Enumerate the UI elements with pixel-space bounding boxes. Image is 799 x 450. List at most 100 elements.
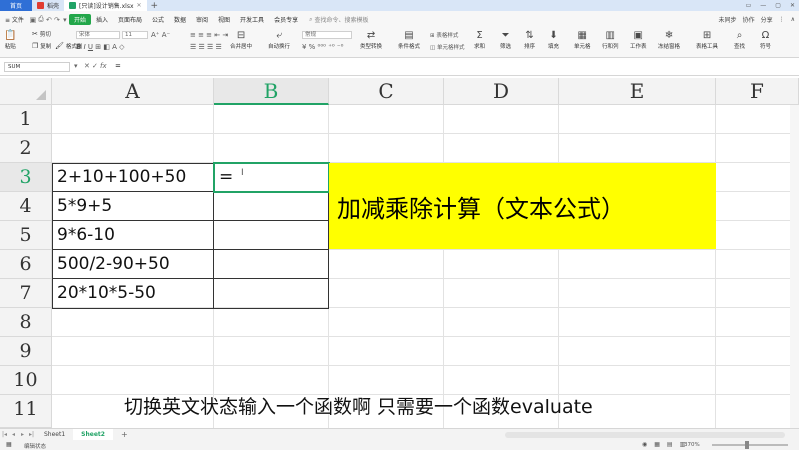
column-header-d[interactable]: D [444,78,559,105]
menu-developer[interactable]: 开发工具 [235,14,269,25]
menu-insert[interactable]: 插入 [91,14,113,25]
fill-button[interactable]: ⬇ 填充 [548,30,559,50]
copy-button[interactable]: ❐ 复制 [32,42,51,50]
row-header-9[interactable]: 9 [0,337,52,366]
dropdown-icon[interactable]: ▾ [61,16,69,24]
sum-button[interactable]: Σ 求和 [474,30,485,50]
horizontal-scrollbar[interactable] [505,432,785,438]
sheet-tab-sheet1[interactable]: Sheet1 [36,429,73,441]
cell-button[interactable]: ▦ 单元格 [574,30,591,50]
cell-a3[interactable]: 2+10+100+50 [54,167,186,187]
home-tab[interactable]: 首页 [0,0,32,11]
last-sheet-icon[interactable]: ▸| [27,431,36,438]
next-sheet-icon[interactable]: ▸ [18,431,27,438]
row-header-1[interactable]: 1 [0,105,52,134]
undo-icon[interactable]: ↶ [45,16,53,24]
row-header-8[interactable]: 8 [0,308,52,337]
document-tab[interactable]: [只读]设计销售.xlsx ✕ [64,0,147,11]
page-layout-view-icon[interactable]: ▤ [667,441,673,448]
align-h-icons[interactable]: ☰ ☰ ☰ ☰ [190,43,222,51]
new-tab-button[interactable]: + [147,1,163,11]
collapse-ribbon-icon[interactable]: ∧ [791,16,795,23]
number-format-select[interactable]: 常规 [302,31,352,39]
cancel-icon[interactable]: ✕ [84,62,90,70]
save-icon[interactable]: ▣ [29,16,37,24]
cut-button[interactable]: ✂ 剪切 [32,30,51,38]
add-sheet-button[interactable]: + [113,429,136,441]
cell-a5[interactable]: 9*6-10 [54,225,115,245]
font-size-select[interactable]: 11 [122,31,148,39]
spreadsheet-grid[interactable]: A B C D E F 1 2 3 4 5 6 7 8 9 10 11 2+10… [0,78,799,428]
close-window-icon[interactable]: ✕ [790,2,795,9]
collab-button[interactable]: 协作 [743,15,755,24]
row-header-3[interactable]: 3 [0,163,52,192]
conditional-format-button[interactable]: ▤ 条件格式 [398,30,420,50]
file-menu[interactable]: ≡ 文件 [0,14,29,25]
column-header-e[interactable]: E [559,78,716,105]
filter-button[interactable]: ⏷ 筛选 [500,30,511,50]
column-header-b[interactable]: B [214,78,329,105]
sync-status[interactable]: 未同步 [719,15,737,24]
redo-icon[interactable]: ↷ [53,16,61,24]
table-tools-button[interactable]: ⊞ 表格工具 [696,30,718,50]
column-header-c[interactable]: C [329,78,444,105]
row-header-11[interactable]: 11 [0,395,52,428]
zoom-level[interactable]: 370% [684,442,700,448]
select-all-corner[interactable] [0,78,52,105]
worksheet-button[interactable]: ▣ 工作表 [630,30,647,50]
eye-icon[interactable]: ◉ [642,441,647,448]
font-grow-icon[interactable]: A⁺ A⁻ [151,31,170,39]
row-header-5[interactable]: 5 [0,221,52,250]
find-button[interactable]: ⌕ 查找 [734,30,745,50]
number-format-icons[interactable]: ¥ % ⁰⁰⁰ ⁺⁰ ⁻⁰ [302,43,343,51]
row-header-7[interactable]: 7 [0,279,52,308]
active-cell-b3[interactable]: = I [213,162,330,193]
align-icons[interactable]: ≡ ≡ ≡ ⇤ ⇥ [190,31,228,39]
menu-member[interactable]: 会员专享 [269,14,303,25]
docer-tab[interactable]: 稻壳 [32,0,64,11]
prev-sheet-icon[interactable]: ◂ [9,431,18,438]
fx-icon[interactable]: fx [100,62,107,70]
layout-icon[interactable]: ▭ [746,2,752,9]
vertical-scrollbar[interactable] [790,105,799,428]
menu-view[interactable]: 视图 [213,14,235,25]
cell-a4[interactable]: 5*9+5 [54,196,112,216]
cell-a7[interactable]: 20*10*5-50 [54,283,156,303]
row-header-4[interactable]: 4 [0,192,52,221]
column-header-a[interactable]: A [52,78,214,105]
paste-button[interactable]: 📋 粘贴 [4,30,16,50]
row-header-2[interactable]: 2 [0,134,52,163]
column-header-f[interactable]: F [716,78,799,105]
menu-data[interactable]: 数据 [169,14,191,25]
cell-style-button[interactable]: ◫ 单元格样式 [430,43,464,51]
share-button[interactable]: 分享 [761,15,773,24]
more-icon[interactable]: ⋮ [779,16,785,23]
sheet-tab-sheet2[interactable]: Sheet2 [73,428,113,441]
table-style-button[interactable]: ⊞ 表格样式 [430,31,458,39]
type-convert-button[interactable]: ⇄ 类型转换 [360,30,382,50]
normal-view-icon[interactable]: ▦ [654,441,660,448]
cell-b3[interactable]: = [216,167,233,187]
zoom-slider[interactable] [712,444,788,446]
minimize-icon[interactable]: — [760,2,766,9]
row-header-6[interactable]: 6 [0,250,52,279]
merge-center-button[interactable]: ⊟ 合并居中 [230,30,252,50]
wrap-text-button[interactable]: ⤶ 自动换行 [268,30,290,50]
font-family-select[interactable]: 宋体 [76,31,120,39]
command-search[interactable]: ⌕ 查找命令、搜索模板 [303,15,368,25]
freeze-panes-button[interactable]: ❄ 冻结窗格 [658,30,680,50]
menu-review[interactable]: 审阅 [191,14,213,25]
dropdown-icon[interactable]: ▾ [74,62,78,70]
formula-content[interactable]: = [115,62,121,70]
cell-a6[interactable]: 500/2-90+50 [54,254,170,274]
close-tab-icon[interactable]: ✕ [137,2,142,9]
print-icon[interactable]: ⎙ [37,15,45,24]
menu-home[interactable]: 开始 [68,14,91,25]
maximize-icon[interactable]: ▢ [775,2,781,9]
menu-page-layout[interactable]: 页面布局 [113,14,147,25]
font-style-icons[interactable]: B I U ⊞ ◧ A ◇ [76,43,125,51]
name-box[interactable]: SUM [4,62,70,72]
row-header-10[interactable]: 10 [0,366,52,395]
menu-formulas[interactable]: 公式 [147,14,169,25]
macro-icon[interactable]: ▦ [6,441,12,448]
